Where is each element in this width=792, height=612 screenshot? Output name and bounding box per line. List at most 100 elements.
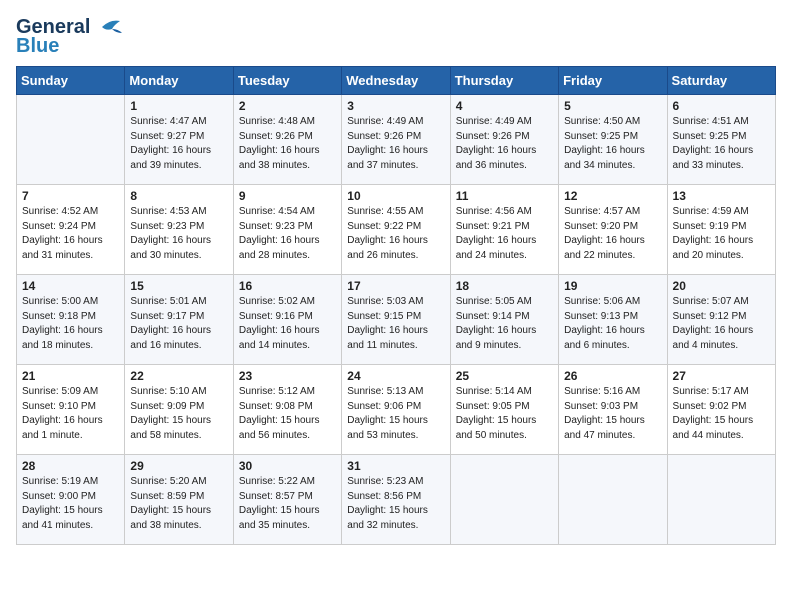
calendar-cell: 3Sunrise: 4:49 AM Sunset: 9:26 PM Daylig… [342, 95, 450, 185]
day-header-wednesday: Wednesday [342, 67, 450, 95]
day-info: Sunrise: 5:19 AM Sunset: 9:00 PM Dayligh… [22, 475, 119, 533]
calendar-cell: 22 Sunrise: 5:10 AM Sunset: 9:09 PM Dayli… [125, 365, 233, 455]
calendar-week-row: 7 Sunrise: 4:52 AM Sunset: 9:24 PM Daylig… [17, 185, 776, 275]
day-info: Sunrise: 5:10 AM Sunset: 9:09 PM Dayligh… [130, 385, 227, 443]
page-header: General Blue [16, 16, 776, 58]
calendar-cell: 2 Sunrise: 4:48 AM Sunset: 9:26 PM Daylig… [233, 95, 341, 185]
calendar-cell: 4Sunrise: 4:49 AM Sunset: 9:26 PM Daylig… [450, 95, 558, 185]
calendar-cell: 29 Sunrise: 5:20 AM Sunset: 8:59 PM Dayli… [125, 455, 233, 545]
day-number: 27 [673, 369, 770, 383]
calendar-week-row: 14 Sunrise: 5:00 AM Sunset: 9:18 PM Dayli… [17, 275, 776, 365]
calendar-cell: 20 Sunrise: 5:07 AM Sunset: 9:12 PM Dayli… [667, 275, 775, 365]
day-info: Sunrise: 4:53 AM Sunset: 9:23 PM Dayligh… [130, 205, 227, 263]
day-info: Sunrise: 4:51 AM Sunset: 9:25 PM Dayligh… [673, 115, 770, 173]
calendar-cell: 13 Sunrise: 4:59 AM Sunset: 9:19 PM Dayli… [667, 185, 775, 275]
day-number: 24 [347, 369, 444, 383]
day-number: 8 [130, 189, 227, 203]
calendar-cell: 21Sunrise: 5:09 AM Sunset: 9:10 PM Dayli… [17, 365, 125, 455]
calendar-cell: 7 Sunrise: 4:52 AM Sunset: 9:24 PM Daylig… [17, 185, 125, 275]
day-number: 13 [673, 189, 770, 203]
day-info: Sunrise: 4:52 AM Sunset: 9:24 PM Dayligh… [22, 205, 119, 263]
logo: General Blue [16, 16, 124, 58]
day-info: Sunrise: 5:13 AM Sunset: 9:06 PM Dayligh… [347, 385, 444, 443]
calendar-week-row: 1 Sunrise: 4:47 AM Sunset: 9:27 PM Daylig… [17, 95, 776, 185]
day-info: Sunrise: 4:49 AM Sunset: 9:26 PM Dayligh… [347, 115, 444, 173]
day-info: Sunrise: 4:59 AM Sunset: 9:19 PM Dayligh… [673, 205, 770, 263]
logo-blue-text: Blue [16, 35, 59, 58]
calendar-cell: 9 Sunrise: 4:54 AM Sunset: 9:23 PM Daylig… [233, 185, 341, 275]
calendar-cell [17, 95, 125, 185]
day-number: 10 [347, 189, 444, 203]
calendar-cell: 17 Sunrise: 5:03 AM Sunset: 9:15 PM Dayli… [342, 275, 450, 365]
day-info: Sunrise: 4:56 AM Sunset: 9:21 PM Dayligh… [456, 205, 553, 263]
calendar-table: SundayMondayTuesdayWednesdayThursdayFrid… [16, 66, 776, 545]
day-number: 11 [456, 189, 553, 203]
day-number: 26 [564, 369, 661, 383]
day-info: Sunrise: 4:57 AM Sunset: 9:20 PM Dayligh… [564, 205, 661, 263]
day-number: 23 [239, 369, 336, 383]
calendar-cell: 5 Sunrise: 4:50 AM Sunset: 9:25 PM Daylig… [559, 95, 667, 185]
day-number: 1 [130, 99, 227, 113]
calendar-cell: 12 Sunrise: 4:57 AM Sunset: 9:20 PM Dayli… [559, 185, 667, 275]
day-number: 2 [239, 99, 336, 113]
day-number: 22 [130, 369, 227, 383]
calendar-cell: 25Sunrise: 5:14 AM Sunset: 9:05 PM Dayli… [450, 365, 558, 455]
calendar-cell: 24 Sunrise: 5:13 AM Sunset: 9:06 PM Dayli… [342, 365, 450, 455]
day-info: Sunrise: 5:23 AM Sunset: 8:56 PM Dayligh… [347, 475, 444, 533]
day-number: 5 [564, 99, 661, 113]
day-info: Sunrise: 5:03 AM Sunset: 9:15 PM Dayligh… [347, 295, 444, 353]
day-number: 31 [347, 459, 444, 473]
calendar-cell: 11 Sunrise: 4:56 AM Sunset: 9:21 PM Dayli… [450, 185, 558, 275]
calendar-cell [450, 455, 558, 545]
days-header-row: SundayMondayTuesdayWednesdayThursdayFrid… [17, 67, 776, 95]
day-number: 17 [347, 279, 444, 293]
day-info: Sunrise: 5:09 AM Sunset: 9:10 PM Dayligh… [22, 385, 119, 443]
calendar-cell: 10 Sunrise: 4:55 AM Sunset: 9:22 PM Dayli… [342, 185, 450, 275]
day-number: 29 [130, 459, 227, 473]
day-number: 28 [22, 459, 119, 473]
day-info: Sunrise: 5:05 AM Sunset: 9:14 PM Dayligh… [456, 295, 553, 353]
day-header-tuesday: Tuesday [233, 67, 341, 95]
day-info: Sunrise: 5:01 AM Sunset: 9:17 PM Dayligh… [130, 295, 227, 353]
day-info: Sunrise: 5:17 AM Sunset: 9:02 PM Dayligh… [673, 385, 770, 443]
day-info: Sunrise: 4:48 AM Sunset: 9:26 PM Dayligh… [239, 115, 336, 173]
calendar-cell: 1 Sunrise: 4:47 AM Sunset: 9:27 PM Daylig… [125, 95, 233, 185]
day-info: Sunrise: 5:00 AM Sunset: 9:18 PM Dayligh… [22, 295, 119, 353]
day-info: Sunrise: 4:50 AM Sunset: 9:25 PM Dayligh… [564, 115, 661, 173]
day-info: Sunrise: 5:22 AM Sunset: 8:57 PM Dayligh… [239, 475, 336, 533]
day-info: Sunrise: 4:54 AM Sunset: 9:23 PM Dayligh… [239, 205, 336, 263]
calendar-cell: 27 Sunrise: 5:17 AM Sunset: 9:02 PM Dayli… [667, 365, 775, 455]
day-info: Sunrise: 5:14 AM Sunset: 9:05 PM Dayligh… [456, 385, 553, 443]
calendar-cell: 16 Sunrise: 5:02 AM Sunset: 9:16 PM Dayli… [233, 275, 341, 365]
day-info: Sunrise: 5:16 AM Sunset: 9:03 PM Dayligh… [564, 385, 661, 443]
day-number: 18 [456, 279, 553, 293]
day-info: Sunrise: 5:02 AM Sunset: 9:16 PM Dayligh… [239, 295, 336, 353]
calendar-cell: 18 Sunrise: 5:05 AM Sunset: 9:14 PM Dayli… [450, 275, 558, 365]
calendar-cell [559, 455, 667, 545]
calendar-cell: 31 Sunrise: 5:23 AM Sunset: 8:56 PM Dayli… [342, 455, 450, 545]
calendar-cell: 23Sunrise: 5:12 AM Sunset: 9:08 PM Dayli… [233, 365, 341, 455]
day-number: 20 [673, 279, 770, 293]
calendar-cell: 28 Sunrise: 5:19 AM Sunset: 9:00 PM Dayli… [17, 455, 125, 545]
day-number: 9 [239, 189, 336, 203]
calendar-cell: 19Sunrise: 5:06 AM Sunset: 9:13 PM Dayli… [559, 275, 667, 365]
day-header-saturday: Saturday [667, 67, 775, 95]
calendar-cell: 30 Sunrise: 5:22 AM Sunset: 8:57 PM Dayli… [233, 455, 341, 545]
day-info: Sunrise: 4:55 AM Sunset: 9:22 PM Dayligh… [347, 205, 444, 263]
day-info: Sunrise: 4:47 AM Sunset: 9:27 PM Dayligh… [130, 115, 227, 173]
day-number: 30 [239, 459, 336, 473]
calendar-cell: 26 Sunrise: 5:16 AM Sunset: 9:03 PM Dayli… [559, 365, 667, 455]
day-number: 4 [456, 99, 553, 113]
calendar-cell: 15Sunrise: 5:01 AM Sunset: 9:17 PM Dayli… [125, 275, 233, 365]
day-number: 6 [673, 99, 770, 113]
logo-bird-icon [92, 17, 124, 37]
day-info: Sunrise: 5:20 AM Sunset: 8:59 PM Dayligh… [130, 475, 227, 533]
day-info: Sunrise: 5:07 AM Sunset: 9:12 PM Dayligh… [673, 295, 770, 353]
day-number: 19 [564, 279, 661, 293]
day-number: 16 [239, 279, 336, 293]
calendar-cell: 8 Sunrise: 4:53 AM Sunset: 9:23 PM Daylig… [125, 185, 233, 275]
day-number: 7 [22, 189, 119, 203]
day-number: 12 [564, 189, 661, 203]
day-number: 14 [22, 279, 119, 293]
day-header-monday: Monday [125, 67, 233, 95]
